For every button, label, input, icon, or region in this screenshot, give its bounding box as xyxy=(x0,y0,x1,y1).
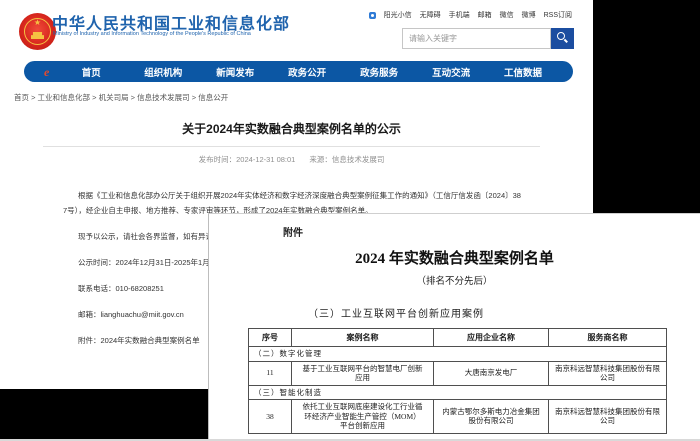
top-link[interactable]: 阳光小信 xyxy=(384,10,412,20)
article-source: 来源：信息技术发展司 xyxy=(309,154,384,165)
top-link[interactable]: 无障碍 xyxy=(420,10,441,20)
national-emblem-icon: ★ xyxy=(19,13,56,50)
top-link[interactable]: RSS订阅 xyxy=(544,10,572,20)
case-no: 38 xyxy=(249,400,292,434)
sunshine-assistant-icon[interactable] xyxy=(369,12,376,19)
attachment-section-heading: （三）工业互联网平台创新应用案例 xyxy=(308,305,484,320)
nav-item[interactable]: 政务公开 xyxy=(271,65,343,79)
site-subtitle: Ministry of Industry and Information Tec… xyxy=(53,31,251,37)
table-header-cell: 应用企业名称 xyxy=(434,329,549,347)
attachment-subtitle: （排名不分先后） xyxy=(209,273,700,287)
case-no: 11 xyxy=(249,361,292,385)
nav-item[interactable]: 首页 xyxy=(55,65,127,79)
miit-logo-icon: e xyxy=(44,66,49,78)
top-utility-links: 阳光小信无障碍手机端邮箱微信微博 RSS订阅 xyxy=(369,10,572,20)
table-header-cell: 服务商名称 xyxy=(549,329,667,347)
search-button[interactable] xyxy=(551,28,574,49)
top-link[interactable]: 手机端 xyxy=(449,10,470,20)
search-icon xyxy=(557,32,565,40)
case-name: 基于工业互联网平台的智慧电厂创新应用 xyxy=(292,361,434,385)
article-meta: 发布时间：2024-12-31 08:01 来源：信息技术发展司 xyxy=(43,154,540,165)
top-link[interactable]: 邮箱 xyxy=(478,10,492,20)
section-label: （三）智能化制造 xyxy=(249,385,667,400)
search-bar xyxy=(402,28,574,49)
provider-name: 南京科远智慧科技集团股份有限公司 xyxy=(549,361,667,385)
section-label: （二）数字化管理 xyxy=(249,347,667,362)
company-name: 内蒙古鄂尔多斯电力冶金集团股份有限公司 xyxy=(434,400,549,434)
cases-table: 序号案例名称应用企业名称服务商名称 （二）数字化管理11基于工业互联网平台的智慧… xyxy=(248,328,667,434)
top-link[interactable]: 微信 xyxy=(500,10,514,20)
nav-item[interactable]: 组织机构 xyxy=(127,65,199,79)
nav-item[interactable]: 政务服务 xyxy=(343,65,415,79)
nav-item[interactable]: 互动交流 xyxy=(415,65,487,79)
nav-item[interactable]: 工信数据 xyxy=(487,65,559,79)
attachment-label: 附件 xyxy=(283,224,303,239)
attachment-title: 2024 年实数融合典型案例名单 xyxy=(209,247,700,268)
top-links-list: 阳光小信无障碍手机端邮箱微信微博 RSS订阅 xyxy=(384,10,572,20)
table-body: （二）数字化管理11基于工业互联网平台的智慧电厂创新应用大唐南京发电厂南京科远智… xyxy=(249,347,667,434)
company-name: 大唐南京发电厂 xyxy=(434,361,549,385)
provider-name: 南京科远智慧科技集团股份有限公司 xyxy=(549,400,667,434)
title-divider xyxy=(43,146,540,147)
emblem-star-icon: ★ xyxy=(19,19,56,27)
search-input[interactable] xyxy=(402,28,551,49)
top-link[interactable]: 微博 xyxy=(522,10,536,20)
table-header-cell: 序号 xyxy=(249,329,292,347)
table-row: 38依托工业互联网底座建设化工行业循环经济产业智能生产管控（MOM）平台创新应用… xyxy=(249,400,667,434)
main-nav: e 首页组织机构新闻发布政务公开政务服务互动交流工信数据 xyxy=(24,61,573,82)
case-name: 依托工业互联网底座建设化工行业循环经济产业智能生产管控（MOM）平台创新应用 xyxy=(292,400,434,434)
table-row: 11基于工业互联网平台的智慧电厂创新应用大唐南京发电厂南京科远智慧科技集团股份有… xyxy=(249,361,667,385)
article-title: 关于2024年实数融合典型案例名单的公示 xyxy=(43,120,540,137)
attachment-document-overlay: 附件 2024 年实数融合典型案例名单 （排名不分先后） （三）工业互联网平台创… xyxy=(208,213,700,441)
emblem-gate-icon xyxy=(31,32,44,39)
nav-item[interactable]: 新闻发布 xyxy=(199,65,271,79)
table-header-row: 序号案例名称应用企业名称服务商名称 xyxy=(249,329,667,347)
nav-items: 首页组织机构新闻发布政务公开政务服务互动交流工信数据 xyxy=(55,65,559,79)
publish-time: 发布时间：2024-12-31 08:01 xyxy=(199,154,296,165)
table-section-row: （三）智能化制造 xyxy=(249,385,667,400)
breadcrumb[interactable]: 首页 > 工业和信息化部 > 机关司局 > 信息技术发展司 > 信息公开 xyxy=(14,92,228,103)
table-section-row: （二）数字化管理 xyxy=(249,347,667,362)
table-header-cell: 案例名称 xyxy=(292,329,434,347)
